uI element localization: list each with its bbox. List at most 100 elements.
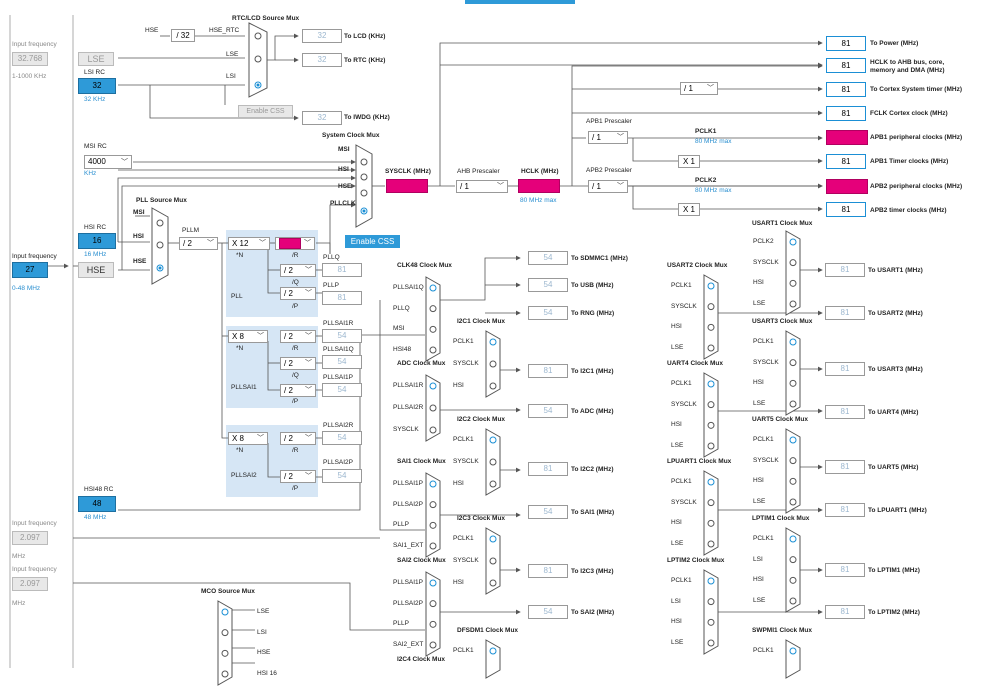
uart5-output-value[interactable]: 81: [825, 460, 865, 474]
ext1-input-frequency[interactable]: 2.097: [12, 531, 48, 545]
lptim1-clock-mux[interactable]: [785, 527, 801, 613]
cortex-divider-select[interactable]: / 1 ﹀: [680, 82, 718, 95]
i2c1-output-value[interactable]: 81: [528, 364, 568, 378]
mco-clock-mux[interactable]: [217, 600, 233, 686]
pllq-value[interactable]: 81: [322, 263, 362, 277]
sai2-output-value[interactable]: 54: [528, 605, 568, 619]
cortex-timer-value[interactable]: 81: [826, 82, 866, 97]
pll-n-select[interactable]: X 12 ﹀: [228, 237, 270, 250]
pllsai2r-value[interactable]: 54: [322, 431, 362, 445]
usart2-clock-mux[interactable]: [703, 274, 719, 360]
msi-rc-select[interactable]: 4000 ﹀: [84, 155, 132, 169]
rtc-frequency-value[interactable]: 32: [302, 53, 342, 67]
pll-q-label: /Q: [292, 279, 299, 286]
pll-source-mux[interactable]: [151, 207, 169, 285]
lcd-output-label: To LCD (KHz): [344, 33, 386, 40]
pllsai1-q-select[interactable]: / 2 ﹀: [280, 357, 316, 370]
iwdg-frequency-value[interactable]: 32: [302, 111, 342, 125]
lptim2-output-value[interactable]: 81: [825, 605, 865, 619]
dfsdm-clock-mux[interactable]: [485, 639, 501, 679]
uart5-input-3: LSE: [753, 498, 766, 505]
sai1-output-value[interactable]: 54: [528, 505, 568, 519]
uart4-output-value[interactable]: 81: [825, 405, 865, 419]
lsi-rc-value[interactable]: 32: [78, 78, 116, 94]
rtc-hse-divider[interactable]: / 32: [171, 29, 195, 42]
usb-output-value[interactable]: 54: [528, 278, 568, 292]
fclk-value[interactable]: 81: [826, 106, 866, 121]
hclk-value[interactable]: 81: [518, 179, 560, 193]
hsi48-rc-value[interactable]: 48: [78, 496, 116, 512]
apb1-peripheral-value[interactable]: 81: [826, 130, 868, 145]
pllm-select[interactable]: / 2 ﹀: [179, 237, 218, 250]
pllsai2-n-label: *N: [236, 447, 244, 454]
apb2-peripheral-value[interactable]: 81: [826, 179, 868, 194]
hse-input-frequency[interactable]: 27: [12, 262, 48, 278]
pll-q-select[interactable]: / 2 ﹀: [280, 264, 316, 277]
usart3-output-value[interactable]: 81: [825, 362, 865, 376]
adc-clock-mux[interactable]: [425, 374, 441, 442]
i2c3-output-value[interactable]: 81: [528, 564, 568, 578]
adc-output-value[interactable]: 54: [528, 404, 568, 418]
uart5-clock-mux[interactable]: [785, 428, 801, 514]
uart5-output-label: To UART5 (MHz): [868, 464, 919, 471]
usart2-output-value[interactable]: 81: [825, 306, 865, 320]
lpuart-output-value[interactable]: 81: [825, 503, 865, 517]
lptim2-clock-mux[interactable]: [703, 569, 719, 655]
mco-input-2: HSE: [257, 649, 271, 657]
apb2-prescaler-select[interactable]: / 1 ﹀: [588, 180, 628, 193]
pllsai1-r-select[interactable]: / 2 ﹀: [280, 330, 316, 343]
sai2-clock-mux[interactable]: [425, 571, 441, 657]
usart3-clock-mux[interactable]: [785, 330, 801, 416]
rng-output-value[interactable]: 54: [528, 306, 568, 320]
usart1-clock-mux[interactable]: [785, 230, 801, 316]
apb1-prescaler-select[interactable]: / 1 ﹀: [588, 131, 628, 144]
pllsai1q-value[interactable]: 54: [322, 355, 362, 369]
sai2-input-0: PLLSAI1P: [393, 579, 423, 586]
rtc-enable-css-button[interactable]: Enable CSS: [238, 105, 293, 118]
power-value[interactable]: 81: [826, 36, 866, 51]
ahb-prescaler-select[interactable]: / 1 ﹀: [456, 180, 508, 193]
pll-p-select[interactable]: / 2 ﹀: [280, 287, 316, 300]
i2c1-clock-mux[interactable]: [485, 330, 501, 398]
uart4-clock-mux[interactable]: [703, 372, 719, 458]
rtc-source-mux[interactable]: [248, 22, 268, 98]
i2c2-output-value[interactable]: 81: [528, 462, 568, 476]
apb2-timer-value[interactable]: 81: [826, 202, 866, 217]
hclk-ahb-value[interactable]: 81: [826, 58, 866, 73]
pllsai2p-value[interactable]: 54: [322, 469, 362, 483]
swpmi-clock-mux[interactable]: [785, 639, 801, 679]
hse-source[interactable]: HSE: [78, 262, 114, 278]
ext2-input-frequency[interactable]: 2.097: [12, 577, 48, 591]
lptim1-output-value[interactable]: 81: [825, 563, 865, 577]
lse-input-frequency[interactable]: 32.768: [12, 52, 48, 66]
sysclk-value[interactable]: 81: [386, 179, 428, 193]
pllsai2-p-select[interactable]: / 2 ﹀: [280, 470, 316, 483]
apb1-timer-value[interactable]: 81: [826, 154, 866, 169]
lpuart-clock-mux[interactable]: [703, 470, 719, 556]
pll-r-select[interactable]: / 2 ﹀: [275, 237, 315, 250]
pllsai1-p-select[interactable]: / 2 ﹀: [280, 384, 316, 397]
pllsai1-n-select[interactable]: X 8 ﹀: [228, 330, 268, 343]
pclk2-max: 80 MHz max: [695, 187, 732, 194]
clk48-clock-mux[interactable]: [425, 276, 441, 362]
i2c2-clock-mux[interactable]: [485, 428, 501, 496]
pllsai1-q-value: / 2: [284, 358, 293, 368]
lcd-frequency-value[interactable]: 32: [302, 29, 342, 43]
pllsai2-n-select[interactable]: X 8 ﹀: [228, 432, 268, 445]
i2c3-clock-mux[interactable]: [485, 527, 501, 595]
system-enable-css-button[interactable]: Enable CSS: [345, 235, 400, 248]
chevron-down-icon: ﹀: [305, 360, 312, 367]
system-clock-mux[interactable]: [355, 144, 373, 228]
pllsai1p-value[interactable]: 54: [322, 383, 362, 397]
usart1-output-value[interactable]: 81: [825, 263, 865, 277]
pllp-value[interactable]: 81: [322, 291, 362, 305]
sai1-mux-title: SAI1 Clock Mux: [397, 458, 446, 465]
sdmmc-output-value[interactable]: 54: [528, 251, 568, 265]
pllsai1r-value[interactable]: 54: [322, 329, 362, 343]
hsi-rc-value[interactable]: 16: [78, 233, 116, 249]
pllsai2-r-select[interactable]: / 2 ﹀: [280, 432, 316, 445]
pll-mux-hse: HSE: [133, 258, 147, 265]
lse-source[interactable]: LSE: [78, 52, 114, 66]
fclk-label: FCLK Cortex clock (MHz): [870, 110, 948, 117]
sai1-clock-mux[interactable]: [425, 472, 441, 558]
